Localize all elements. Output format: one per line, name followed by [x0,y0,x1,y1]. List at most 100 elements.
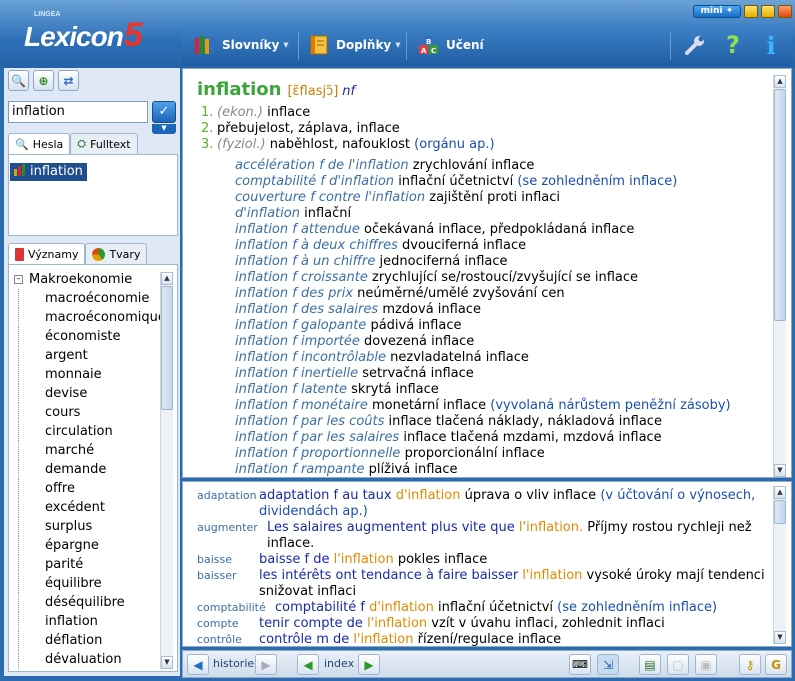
tree-item[interactable]: marché [18,441,160,460]
phrase-row[interactable]: inflation f galopante pádivá inflace [235,318,731,334]
phrase-row[interactable]: couverture f contre l'inflation zajištěn… [235,190,731,206]
phrase-row[interactable]: inflation f des prix neúměrné/umělé zvyš… [235,286,731,302]
scroll-down-arrow[interactable]: ▼ [161,656,173,669]
phrase-row[interactable]: inflation f des salaires mzdová inflace [235,302,731,318]
print-button[interactable]: ▣ [695,654,717,675]
help-button[interactable]: ? [722,31,750,59]
phrase-source[interactable]: inflation f incontrôlable [235,350,386,365]
result-item[interactable]: inflation [10,163,87,181]
phrase-source[interactable]: inflation f à deux chiffres [235,238,398,253]
phrase-source[interactable]: inflation f latente [235,382,347,397]
index-back-button[interactable]: ◀ [297,654,319,675]
key-button[interactable]: ⚷ [739,654,761,675]
tree-item[interactable]: excédent [18,498,160,517]
info-button[interactable]: i [760,31,788,60]
notes-button[interactable]: ▤ [639,654,661,675]
phrase-source[interactable]: inflation f attendue [235,222,360,237]
phrase-row[interactable]: accélération f de l'inflation zrychlován… [235,158,731,174]
search-history-dropdown[interactable]: ▼ [152,124,176,134]
examples-scrollbar[interactable]: ▲ ▼ [773,486,786,644]
tree-item[interactable]: demande [18,460,160,479]
tree-item[interactable]: devise [18,384,160,403]
phrase-source[interactable]: d'inflation [235,206,300,221]
copy-button[interactable]: ▢ [667,654,689,675]
maximize-button[interactable] [761,5,775,18]
tree-item[interactable]: parité [18,555,160,574]
settings-button[interactable] [684,32,712,58]
phrase-source[interactable]: inflation f à un chiffre [235,254,375,269]
mini-mode-button[interactable]: mini ✦ [693,5,741,18]
history-forward-button[interactable]: ▶ [255,654,277,675]
scroll-down-arrow[interactable]: ▼ [774,464,786,477]
advanced-search-button[interactable]: ⊕ [33,70,54,91]
tree-item[interactable]: circulation [18,422,160,441]
phrase-row[interactable]: inflation f rampante plíživá inflace [235,462,731,478]
phrase-row[interactable]: inflation f par les coûts inflace tlačen… [235,414,731,430]
phrase-source[interactable]: inflation f importée [235,334,360,349]
phrase-source[interactable]: inflation f galopante [235,318,366,333]
tree-item[interactable]: inflation [18,612,160,631]
tab-forms[interactable]: Tvary [85,243,148,264]
example-keyword[interactable]: baisser [197,568,259,584]
addons-menu[interactable]: Doplňky ▼ [308,32,401,58]
phrase-source[interactable]: comptabilité f d'inflation [235,174,394,189]
phrase-row[interactable]: inflation f inertielle setrvačná inflace [235,366,731,382]
phrase-source[interactable]: inflation f croissante [235,270,368,285]
scroll-thumb[interactable] [774,500,786,524]
index-forward-button[interactable]: ▶ [358,654,380,675]
phrase-row[interactable]: inflation f importée dovezená inflace [235,334,731,350]
tree-scrollbar[interactable]: ▲ ▼ [160,272,173,669]
tab-meanings[interactable]: Významy [8,243,86,264]
phrase-source[interactable]: inflation f monétaire [235,398,368,413]
phrase-source[interactable]: couverture f contre l'inflation [235,190,425,205]
tree-item[interactable]: surplus [18,517,160,536]
phrase-source[interactable]: inflation f inertielle [235,366,358,381]
tree-item[interactable]: macroéconomique [18,308,160,327]
tab-fulltext[interactable]: ⛭ Fulltext [70,133,138,154]
phrase-row[interactable]: comptabilité f d'inflation inflační účet… [235,174,731,190]
phrase-row[interactable]: inflation f proportionnelle proporcionál… [235,446,731,462]
example-keyword[interactable]: comptabilité [197,600,275,616]
phrase-source[interactable]: inflation f rampante [235,462,365,477]
phrase-source[interactable]: inflation f des salaires [235,302,378,317]
phrase-row[interactable]: inflation f attendue očekávaná inflace, … [235,222,731,238]
tree-root[interactable]: – Makroekonomie [8,270,160,289]
phrase-source[interactable]: inflation f proportionnelle [235,446,400,461]
scroll-thumb[interactable] [774,89,786,321]
phrase-source[interactable]: inflation f des prix [235,286,353,301]
example-keyword[interactable]: contrôle [197,632,259,646]
phrase-source[interactable]: inflation f par les coûts [235,414,384,429]
phrase-row[interactable]: inflation f à un chiffre jednociferná in… [235,254,731,270]
confirm-search-button[interactable]: ✓ [152,101,176,123]
phrase-row[interactable]: inflation f à deux chiffres dvouciferná … [235,238,731,254]
close-button[interactable] [778,5,792,18]
search-input[interactable]: inflation [8,101,148,123]
dictionaries-menu[interactable]: Slovníky ▼ [194,32,289,58]
entry-scrollbar[interactable]: ▲ ▼ [773,75,786,477]
scroll-thumb[interactable] [161,286,173,410]
tree-item[interactable]: macroéconomie [18,289,160,308]
learning-menu[interactable]: ACB Učení [418,32,484,58]
tree-item[interactable]: offre [18,479,160,498]
example-keyword[interactable]: baisse [197,552,259,568]
tree-item[interactable]: épargne [18,536,160,555]
scroll-down-arrow[interactable]: ▼ [774,631,786,644]
minimize-button[interactable] [744,5,758,18]
scroll-up-arrow[interactable]: ▲ [774,486,786,499]
phrase-row[interactable]: inflation f latente skrytá inflace [235,382,731,398]
search-button[interactable]: 🔍 [8,70,29,91]
example-keyword[interactable]: adaptation [197,488,259,504]
example-keyword[interactable]: compte [197,616,259,632]
phrase-row[interactable]: inflation f par les salaires inflace tla… [235,430,731,446]
phrase-row[interactable]: inflation f incontrôlable nezvladatelná … [235,350,731,366]
phrase-row[interactable]: inflation f monétaire monetární inflace … [235,398,731,414]
phrase-row[interactable]: d'inflation inflační [235,206,731,222]
swap-direction-button[interactable]: ⇄ [58,70,79,91]
history-back-button[interactable]: ◀ [187,654,209,675]
scroll-up-arrow[interactable]: ▲ [161,272,173,285]
phrase-row[interactable]: inflation f croissante zrychlující se/ro… [235,270,731,286]
tree-item[interactable]: monnaie [18,365,160,384]
tree-item[interactable]: économiste [18,327,160,346]
tree-item[interactable]: déflation [18,631,160,650]
link-button[interactable]: ⇲ [597,654,619,675]
